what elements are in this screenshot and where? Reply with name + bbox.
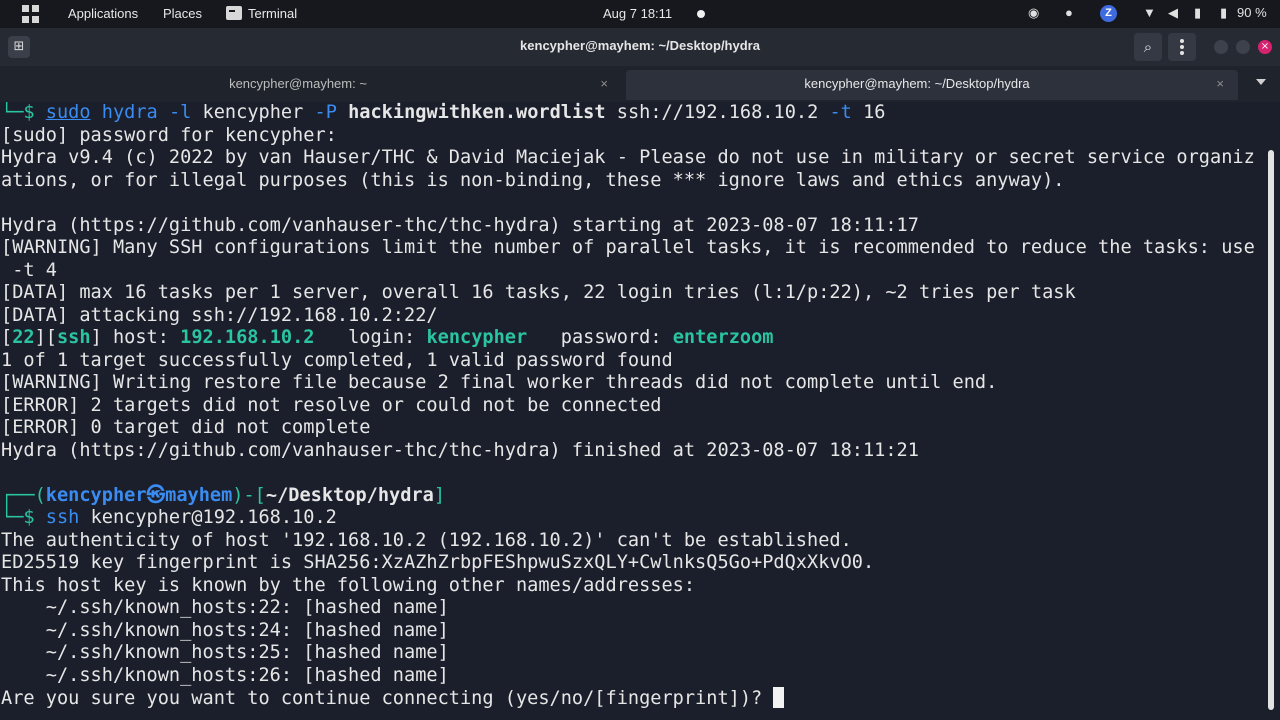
tab-label: kencypher@mayhem: ~ (229, 76, 367, 91)
top-panel: Applications Places Terminal Aug 7 18:11… (0, 0, 1280, 28)
notification-dot-icon (697, 10, 705, 18)
terminal-line: [DATA] attacking ssh://192.168.10.2:22/ (1, 304, 438, 326)
terminal-line: ~/.ssh/known_hosts:24: [hashed name] (1, 619, 449, 641)
terminal-scrollbar[interactable] (1268, 150, 1274, 710)
window-title: kencypher@mayhem: ~/Desktop/hydra (520, 38, 760, 53)
terminal-line: ~/.ssh/known_hosts:26: [hashed name] (1, 664, 449, 686)
terminal-line: Hydra (https://github.com/vanhauser-thc/… (1, 214, 919, 236)
terminal-line: [ERROR] 0 target did not complete (1, 417, 371, 438)
terminal-line: [sudo] password for kencypher: (1, 124, 337, 146)
app-grid-icon[interactable] (22, 5, 40, 23)
places-menu[interactable]: Places (163, 6, 202, 21)
terminal-line: └─$ ssh kencypher@192.168.10.2 (1, 507, 337, 528)
window-titlebar: ⊞ kencypher@mayhem: ~/Desktop/hydra ⌕ × (0, 28, 1280, 66)
terminal-line: -t 4 (1, 259, 57, 281)
search-button[interactable]: ⌕ (1134, 33, 1162, 61)
terminal-line: 1 of 1 target successfully completed, 1 … (1, 349, 673, 371)
terminal-line: The authenticity of host '192.168.10.2 (… (1, 529, 852, 551)
battery-level[interactable]: 90 % (1237, 5, 1267, 20)
terminal-output[interactable]: └─$ sudo hydra -l kencypher -P hackingwi… (0, 102, 1280, 720)
tab-label: kencypher@mayhem: ~/Desktop/hydra (804, 76, 1030, 91)
clock[interactable]: Aug 7 18:11 (603, 6, 672, 21)
terminal-line: This host key is known by the following … (1, 574, 696, 596)
terminal-line: ations, or for illegal purposes (this is… (1, 169, 1065, 191)
volume-icon[interactable]: ◀ (1168, 5, 1178, 21)
wifi-icon[interactable]: ▼ (1143, 5, 1156, 20)
zoom-icon[interactable]: Z (1100, 5, 1117, 22)
tab-close-icon[interactable]: × (1216, 70, 1224, 98)
sudo-token: sudo (45, 102, 91, 123)
tab-list-chevron-down-icon[interactable] (1256, 79, 1266, 85)
minimize-button[interactable] (1214, 40, 1228, 54)
found-credential-line: [22][ssh] host: 192.168.10.2 login: kenc… (1, 327, 774, 348)
record-icon[interactable]: ● (1065, 5, 1073, 20)
terminal-line: ~/.ssh/known_hosts:22: [hashed name] (1, 597, 449, 618)
shell-prompt: ┌──(kencypher㉿mayhem)-[~/Desktop/hydra] (1, 484, 446, 506)
tab-hydra[interactable]: kencypher@mayhem: ~/Desktop/hydra × (626, 70, 1238, 100)
applications-menu[interactable]: Applications (68, 6, 138, 21)
terminal-line: [DATA] max 16 tasks per 1 server, overal… (1, 282, 1076, 303)
text-cursor (773, 687, 785, 708)
terminal-app-menu[interactable]: Terminal (248, 6, 297, 21)
tab-home[interactable]: kencypher@mayhem: ~ × (4, 70, 622, 100)
tab-close-icon[interactable]: × (600, 70, 608, 98)
terminal-line: [ERROR] 2 targets did not resolve or cou… (1, 394, 662, 416)
tab-bar: kencypher@mayhem: ~ × kencypher@mayhem: … (0, 66, 1280, 102)
terminal-line: ~/.ssh/known_hosts:25: [hashed name] (1, 642, 449, 663)
terminal-icon (226, 6, 242, 20)
terminal-line: [WARNING] Many SSH configurations limit … (1, 237, 1255, 258)
input-prompt-line[interactable]: Are you sure you want to continue connec… (1, 687, 1267, 710)
battery-icon[interactable]: ▮ (1220, 5, 1227, 21)
terminal-line: ED25519 key fingerprint is SHA256:XzAZhZ… (1, 552, 875, 573)
maximize-button[interactable] (1236, 40, 1250, 54)
terminal-line: Hydra v9.4 (c) 2022 by van Hauser/THC & … (1, 147, 1255, 168)
microphone-icon[interactable]: ▮ (1194, 5, 1201, 21)
close-window-button[interactable]: × (1258, 40, 1272, 54)
menu-button[interactable] (1168, 33, 1196, 61)
terminal-line: └─$ sudo hydra -l kencypher -P hackingwi… (1, 102, 886, 123)
terminal-line: Hydra (https://github.com/vanhauser-thc/… (1, 439, 919, 461)
screenshot-icon[interactable]: ◉ (1028, 5, 1039, 21)
terminal-line: [WARNING] Writing restore file because 2… (1, 372, 998, 393)
